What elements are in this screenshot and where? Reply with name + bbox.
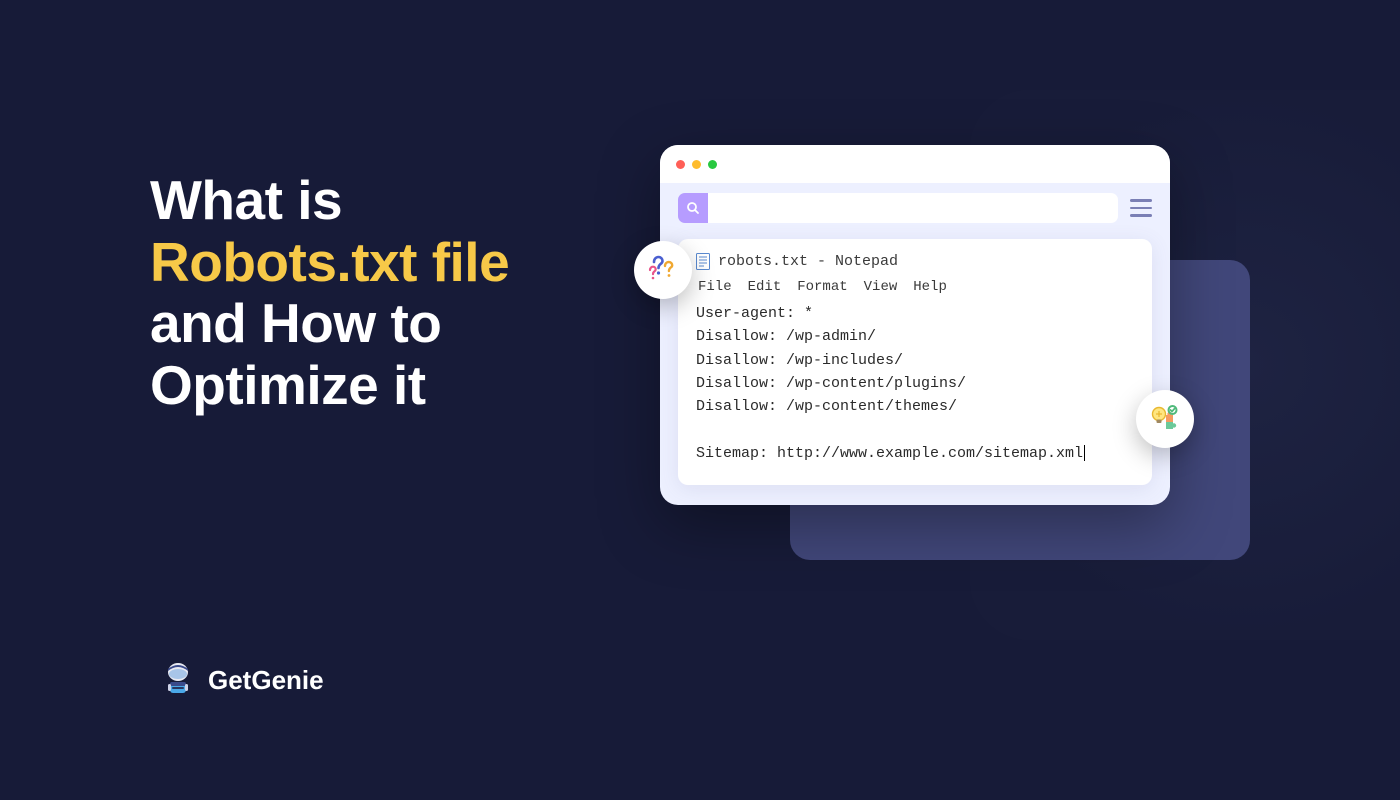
heading-line-3: and How to <box>150 292 441 354</box>
menu-help[interactable]: Help <box>913 279 947 295</box>
menu-edit[interactable]: Edit <box>748 279 782 295</box>
file-icon <box>696 253 710 270</box>
file-line: Sitemap: http://www.example.com/sitemap.… <box>696 445 1083 462</box>
file-line: User-agent: * <box>696 305 813 322</box>
file-line: Disallow: /wp-admin/ <box>696 328 876 345</box>
page-root: What is Robots.txt file and How to Optim… <box>0 0 1400 800</box>
notepad-title-text: robots.txt - Notepad <box>718 253 898 270</box>
idea-badge <box>1136 390 1194 448</box>
notepad-window: robots.txt - Notepad File Edit Format Vi… <box>678 239 1152 485</box>
file-line: Disallow: /wp-includes/ <box>696 352 903 369</box>
brand-name: GetGenie <box>208 665 324 696</box>
lightbulb-puzzle-icon <box>1147 401 1183 437</box>
main-heading: What is Robots.txt file and How to Optim… <box>150 170 620 416</box>
browser-window: robots.txt - Notepad File Edit Format Vi… <box>660 145 1170 505</box>
file-line: Disallow: /wp-content/themes/ <box>696 398 957 415</box>
question-marks-icon <box>645 252 681 288</box>
window-minimize-icon[interactable] <box>692 160 701 169</box>
robot-genie-icon <box>158 660 198 700</box>
window-maximize-icon[interactable] <box>708 160 717 169</box>
notepad-title: robots.txt - Notepad <box>696 253 1134 270</box>
file-line: Disallow: /wp-content/plugins/ <box>696 375 966 392</box>
menu-file[interactable]: File <box>698 279 732 295</box>
brand: GetGenie <box>158 660 324 700</box>
window-close-icon[interactable] <box>676 160 685 169</box>
heading-line-2: Robots.txt file <box>150 231 509 293</box>
search-bar <box>678 193 1118 223</box>
menu-view[interactable]: View <box>864 279 898 295</box>
menu-icon[interactable] <box>1130 199 1152 217</box>
text-cursor-icon <box>1084 445 1085 461</box>
heading-line-1: What is <box>150 169 342 231</box>
question-badge <box>634 241 692 299</box>
browser-toolbar <box>660 183 1170 233</box>
notepad-menu: File Edit Format View Help <box>698 279 1134 295</box>
right-column: robots.txt - Notepad File Edit Format Vi… <box>620 0 1400 800</box>
search-input[interactable] <box>708 193 1118 223</box>
notepad-body: User-agent: * Disallow: /wp-admin/ Disal… <box>696 302 1134 465</box>
heading-line-4: Optimize it <box>150 354 426 416</box>
browser-titlebar <box>660 145 1170 183</box>
search-icon[interactable] <box>678 193 708 223</box>
menu-format[interactable]: Format <box>797 279 847 295</box>
left-column: What is Robots.txt file and How to Optim… <box>0 0 620 800</box>
